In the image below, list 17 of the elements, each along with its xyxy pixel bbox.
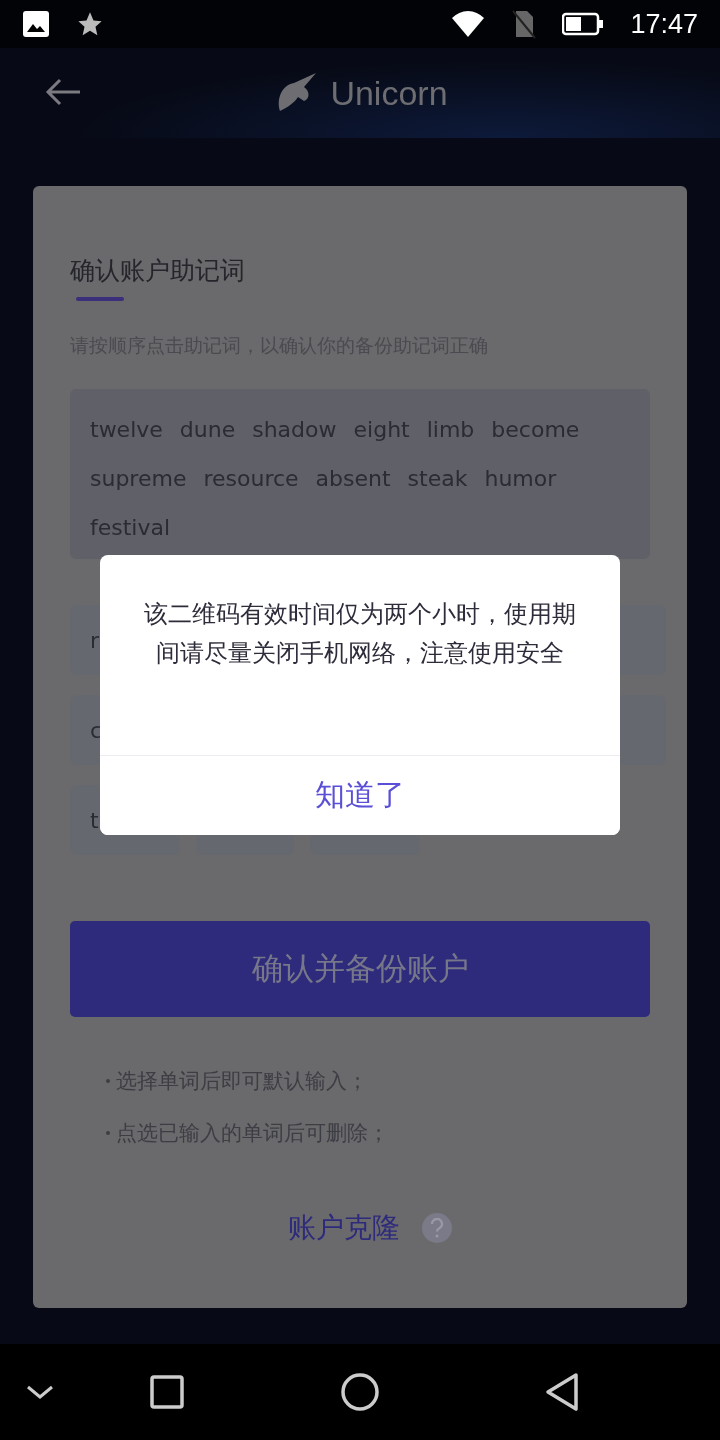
picture-icon xyxy=(22,10,50,38)
card-title: 确认账户助记词 xyxy=(70,255,246,287)
no-sim-icon xyxy=(512,9,537,39)
battery-icon xyxy=(562,12,605,36)
bullet-icon xyxy=(106,1131,110,1135)
bullet-icon xyxy=(106,1079,110,1083)
got-it-button[interactable]: 知道了 xyxy=(100,755,620,835)
home-button[interactable] xyxy=(339,1372,380,1412)
back-nav-button[interactable] xyxy=(544,1372,580,1412)
recents-button[interactable] xyxy=(149,1374,186,1410)
confirm-backup-button[interactable]: 确认并备份账户 xyxy=(70,921,650,1017)
account-clone-link[interactable]: 账户克隆 xyxy=(288,1209,400,1247)
dialog-message: 该二维码有效时间仅为两个小时，使用期间请尽量关闭手机网络，注意使用安全 xyxy=(143,599,577,669)
status-time: 17:47 xyxy=(630,8,698,40)
wifi-icon xyxy=(450,9,487,39)
app-title: Unicorn xyxy=(330,73,448,113)
star-icon xyxy=(76,10,104,38)
